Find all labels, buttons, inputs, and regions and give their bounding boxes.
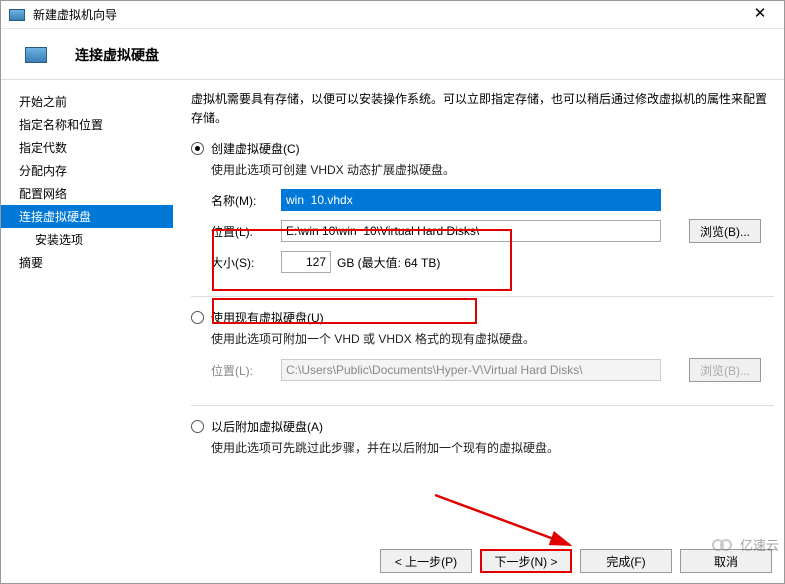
watermark: 亿速云 [712,535,779,554]
radio-attach-later[interactable] [191,420,204,433]
option-create-disk: 创建虚拟硬盘(C) 使用此选项可创建 VHDX 动态扩展虚拟硬盘。 名称(M):… [191,140,774,282]
step-memory[interactable]: 分配内存 [1,159,173,182]
prev-button[interactable]: < 上一步(P) [380,549,472,573]
watermark-icon [712,537,736,553]
existing-browse-button: 浏览(B)... [689,358,761,382]
name-label: 名称(M): [211,192,281,209]
watermark-text: 亿速云 [740,535,779,554]
disk-size-input[interactable] [281,251,331,273]
size-label: 大小(S): [211,254,281,271]
header-icon [25,47,47,63]
existing-help-text: 使用此选项可附加一个 VHD 或 VHDX 格式的现有虚拟硬盘。 [211,330,774,347]
existing-location-input [281,359,661,381]
radio-existing-disk[interactable] [191,311,204,324]
wizard-window: 新建虚拟机向导 ✕ 连接虚拟硬盘 开始之前 指定名称和位置 指定代数 分配内存 … [0,0,785,584]
app-icon [9,9,25,21]
wizard-steps-sidebar: 开始之前 指定名称和位置 指定代数 分配内存 配置网络 连接虚拟硬盘 安装选项 … [1,80,173,541]
option-existing-disk: 使用现有虚拟硬盘(U) 使用此选项可附加一个 VHD 或 VHDX 格式的现有虚… [191,309,774,391]
body: 开始之前 指定名称和位置 指定代数 分配内存 配置网络 连接虚拟硬盘 安装选项 … [1,80,784,541]
later-help-text: 使用此选项可先跳过此步骤，并在以后附加一个现有的虚拟硬盘。 [211,439,774,456]
radio-create-disk[interactable] [191,142,204,155]
step-generation[interactable]: 指定代数 [1,136,173,159]
radio-existing-label: 使用现有虚拟硬盘(U) [211,309,324,326]
step-network[interactable]: 配置网络 [1,182,173,205]
titlebar: 新建虚拟机向导 ✕ [1,1,784,29]
location-label: 位置(L): [211,223,281,240]
radio-later-label: 以后附加虚拟硬盘(A) [211,418,323,435]
step-before-begin[interactable]: 开始之前 [1,90,173,113]
step-install-options[interactable]: 安装选项 [1,228,173,251]
divider [191,296,774,297]
existing-location-label: 位置(L): [211,362,281,379]
close-button[interactable]: ✕ [744,4,776,26]
step-connect-disk[interactable]: 连接虚拟硬盘 [1,205,173,228]
finish-button[interactable]: 完成(F) [580,549,672,573]
divider2 [191,405,774,406]
step-summary[interactable]: 摘要 [1,251,173,274]
main-panel: 虚拟机需要具有存储，以便可以安装操作系统。可以立即指定存储，也可以稍后通过修改虚… [173,80,784,541]
next-button[interactable]: 下一步(N) > [480,549,572,573]
window-title: 新建虚拟机向导 [33,6,744,23]
create-help-text: 使用此选项可创建 VHDX 动态扩展虚拟硬盘。 [211,161,774,178]
page-title: 连接虚拟硬盘 [75,45,159,65]
page-header: 连接虚拟硬盘 [1,29,784,80]
step-name-location[interactable]: 指定名称和位置 [1,113,173,136]
disk-location-input[interactable] [281,220,661,242]
option-attach-later: 以后附加虚拟硬盘(A) 使用此选项可先跳过此步骤，并在以后附加一个现有的虚拟硬盘… [191,418,774,456]
size-unit: GB (最大值: 64 TB) [337,254,440,271]
wizard-footer: < 上一步(P) 下一步(N) > 完成(F) 取消 [1,541,784,583]
disk-name-input[interactable] [281,189,661,211]
radio-create-label: 创建虚拟硬盘(C) [211,140,300,157]
browse-button[interactable]: 浏览(B)... [689,219,761,243]
page-description: 虚拟机需要具有存储，以便可以安装操作系统。可以立即指定存储，也可以稍后通过修改虚… [191,90,774,128]
